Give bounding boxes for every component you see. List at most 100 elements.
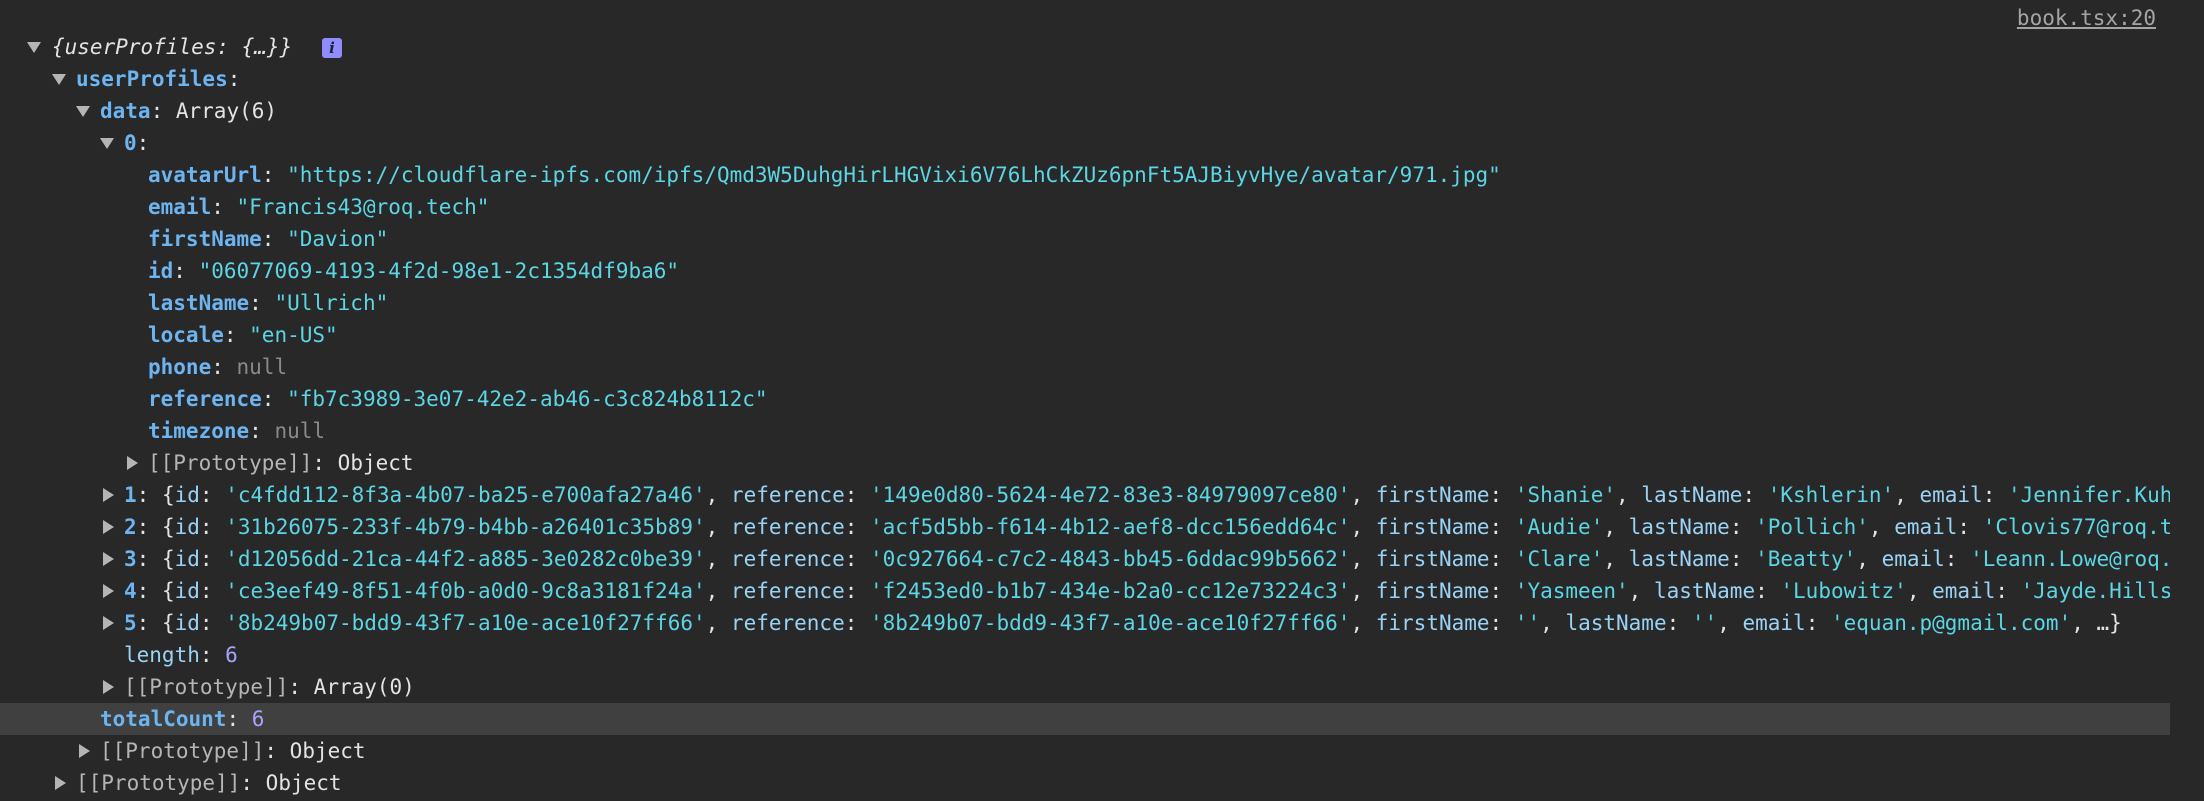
preview-value: '' [1691, 611, 1718, 635]
array-type: Array(6) [175, 99, 278, 123]
expand-arrow-icon[interactable] [103, 616, 114, 630]
preview-value: 'c4fdd112-8f3a-4b07-ba25-e700afa27a46' [225, 483, 706, 507]
property-value: "fb7c3989-3e07-42e2-ab46-c3c824b8112c" [287, 387, 768, 411]
property-key: firstName [148, 227, 262, 251]
property-value: "Ullrich" [274, 291, 389, 315]
preview-key: lastName [1628, 515, 1730, 539]
array-index: 4 [124, 579, 137, 603]
expand-arrow-icon[interactable] [103, 584, 114, 598]
expand-arrow-icon[interactable] [103, 680, 114, 694]
property-value: null [274, 419, 326, 443]
array-item-row-5[interactable]: 5: {id: '8b249b07-bdd9-43f7-a10e-ace10f2… [0, 607, 2170, 639]
preview-value: 'f2453ed0-b1b7-434e-b2a0-cc12e73224c3' [870, 579, 1351, 603]
total-count-row[interactable]: totalCount: 6 [0, 703, 2170, 735]
array-item-row-2[interactable]: 2: {id: '31b26075-233f-4b79-b4bb-a26401c… [0, 511, 2170, 543]
expand-arrow-icon[interactable] [103, 552, 114, 566]
object-property-row[interactable]: locale: "en-US" [0, 319, 2170, 351]
property-key: reference [148, 387, 262, 411]
preview-key: firstName [1375, 515, 1490, 539]
data-row[interactable]: data: Array(6) [0, 95, 2170, 127]
preview-key: id [174, 483, 200, 507]
preview-value: 'Lubowitz' [1780, 579, 1907, 603]
object-property-row[interactable]: email: "Francis43@roq.tech" [0, 191, 2170, 223]
property-key: id [148, 259, 174, 283]
prototype-key: [[Prototype]] [76, 771, 241, 795]
expand-arrow-icon[interactable] [55, 776, 66, 790]
prototype-value: Object [337, 451, 414, 475]
array-index: 0 [124, 131, 137, 155]
expand-arrow-icon[interactable] [79, 744, 90, 758]
property-key: data [100, 99, 151, 123]
array-item-row-0[interactable]: 0: [0, 127, 2170, 159]
preview-key: email [1894, 515, 1958, 539]
expand-arrow-icon[interactable] [103, 488, 114, 502]
item0-prototype-row[interactable]: [[Prototype]]: Object [0, 447, 2170, 479]
preview-key: firstName [1375, 483, 1490, 507]
property-key: length [124, 643, 200, 667]
object-property-row[interactable]: firstName: "Davion" [0, 223, 2170, 255]
array-item-row-4[interactable]: 4: {id: 'ce3eef49-8f51-4f0b-a0d0-9c8a318… [0, 575, 2170, 607]
array-prototype-row[interactable]: [[Prototype]]: Array(0) [0, 671, 2170, 703]
preview-key: firstName [1375, 547, 1490, 571]
property-key: totalCount [100, 707, 227, 731]
object-property-row[interactable]: timezone: null [0, 415, 2170, 447]
object-property-row[interactable]: reference: "fb7c3989-3e07-42e2-ab46-c3c8… [0, 383, 2170, 415]
array-index: 5 [124, 611, 137, 635]
preview-value: 'Jennifer.Kuhlman@roq.tech' [2008, 483, 2170, 507]
expand-arrow-icon[interactable] [27, 42, 41, 53]
preview-value: 'Beatty' [1755, 547, 1857, 571]
preview-key: reference [730, 611, 845, 635]
property-key: phone [148, 355, 212, 379]
preview-key: email [1919, 483, 1983, 507]
object-property-row[interactable]: id: "06077069-4193-4f2d-98e1-2c1354df9ba… [0, 255, 2170, 287]
array-index: 3 [124, 547, 137, 571]
source-file-link[interactable]: book.tsx:20 [2017, 4, 2156, 32]
preview-value: 'Clare' [1514, 547, 1604, 571]
preview-value: 'Audie' [1514, 515, 1604, 539]
object-property-row[interactable]: lastName: "Ullrich" [0, 287, 2170, 319]
property-key: lastName [148, 291, 250, 315]
object-summary: {userProfiles: {…}} [52, 35, 293, 59]
length-row: length: 6 [124, 643, 238, 667]
property-value: "https://cloudflare-ipfs.com/ipfs/Qmd3W5… [287, 163, 1501, 187]
expand-arrow-icon[interactable] [100, 138, 114, 149]
user-profiles-row[interactable]: userProfiles: [0, 63, 2170, 95]
preview-key: reference [730, 579, 845, 603]
prototype-value: Array(0) [313, 675, 415, 699]
preview-key: reference [730, 547, 845, 571]
info-icon[interactable]: i [322, 38, 342, 58]
expand-arrow-icon[interactable] [52, 74, 66, 85]
preview-value: '' [1514, 611, 1541, 635]
preview-key: email [1881, 547, 1945, 571]
property-key: avatarUrl [148, 163, 262, 187]
expand-arrow-icon[interactable] [103, 520, 114, 534]
property-key: email [148, 195, 212, 219]
property-key: locale [148, 323, 224, 347]
preview-value: 'Jayde.Hills@roq.tech' [2020, 579, 2170, 603]
object-property-row[interactable]: phone: null [0, 351, 2170, 383]
preview-value: 'Yasmeen' [1514, 579, 1629, 603]
property-value: 6 [251, 707, 265, 731]
property-key: userProfiles [76, 67, 228, 91]
array-item-row-1[interactable]: 1: {id: 'c4fdd112-8f3a-4b07-ba25-e700afa… [0, 479, 2170, 511]
preview-value: 'Pollich' [1755, 515, 1869, 539]
expand-arrow-icon[interactable] [76, 106, 90, 117]
root-prototype-row[interactable]: [[Prototype]]: Object [0, 767, 2170, 799]
preview-value: 'acf5d5bb-f614-4b12-aef8-dcc156edd64c' [870, 515, 1351, 539]
prototype-key: [[Prototype]] [124, 675, 289, 699]
preview-key: id [174, 611, 200, 635]
preview-key: lastName [1641, 483, 1743, 507]
property-value: "Davion" [287, 227, 389, 251]
preview-value: 'd12056dd-21ca-44f2-a885-3e0282c0be39' [225, 547, 706, 571]
preview-key: reference [730, 483, 845, 507]
preview-value: 'Kshlerin' [1767, 483, 1895, 507]
root-object-row[interactable]: {userProfiles: {…}} i [0, 31, 2170, 63]
preview-key: reference [730, 515, 845, 539]
expand-arrow-icon[interactable] [127, 456, 138, 470]
preview-key: id [174, 579, 200, 603]
user-profiles-prototype-row[interactable]: [[Prototype]]: Object [0, 735, 2170, 767]
array-item-row-3[interactable]: 3: {id: 'd12056dd-21ca-44f2-a885-3e0282c… [0, 543, 2170, 575]
preview-value: '31b26075-233f-4b79-b4bb-a26401c35b89' [225, 515, 706, 539]
object-property-row[interactable]: avatarUrl: "https://cloudflare-ipfs.com/… [0, 159, 2170, 191]
preview-value: 'equan.p@gmail.com' [1831, 611, 2072, 635]
